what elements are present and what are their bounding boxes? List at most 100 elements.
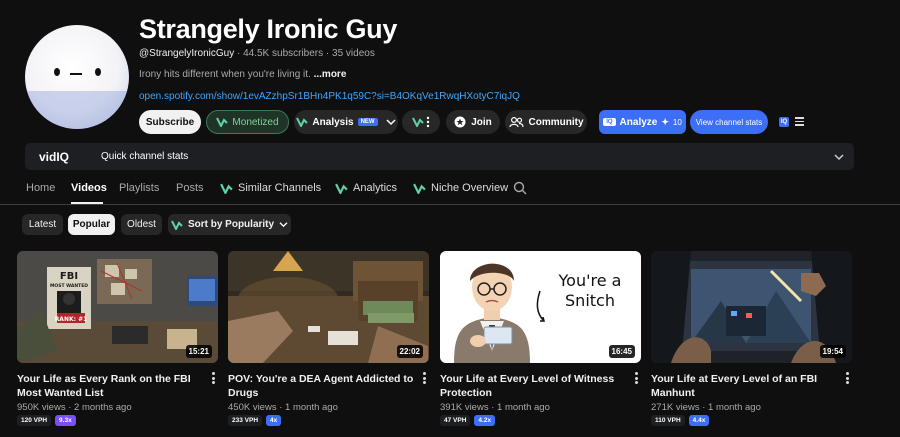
multiplier-badge: 4.4x <box>688 415 710 426</box>
multiplier-badge: 9.3x <box>55 415 76 426</box>
thumb-sign-top: FBI <box>60 271 78 282</box>
upload-age: 2 months ago <box>74 402 132 413</box>
tab-niche-overview[interactable]: Niche Overview <box>413 182 508 194</box>
upload-age: 1 month ago <box>285 402 338 413</box>
quick-stats-label: Quick channel stats <box>101 151 189 162</box>
video-title[interactable]: POV: You're a DEA Agent Addicted to Drug… <box>228 372 414 400</box>
upload-age: 1 month ago <box>708 402 761 413</box>
video-count: 35 videos <box>332 48 375 59</box>
vph-badge: 233 VPH <box>228 415 263 426</box>
video-duration: 15:21 <box>185 345 212 358</box>
vidiq-icon <box>220 183 233 194</box>
vidiq-icon <box>412 117 424 127</box>
tab-label: Playlists <box>119 182 160 194</box>
video-meta: 450K views · 1 month ago <box>228 402 338 413</box>
video-duration: 22:02 <box>396 345 423 358</box>
thumb-caption-line2: Snitch <box>565 291 615 310</box>
view-channel-stats-button[interactable]: View channel stats <box>690 110 768 134</box>
tab-similar-channels[interactable]: Similar Channels <box>220 182 321 194</box>
vph-badge: 47 VPH <box>440 415 471 426</box>
chevron-down-icon <box>386 119 396 126</box>
vidiq-square-icon[interactable]: IQ <box>779 117 789 127</box>
video-duration: 19:54 <box>819 345 846 358</box>
vidiq-icon <box>335 183 348 194</box>
view-count: 950K views <box>17 402 66 413</box>
tab-label: Niche Overview <box>431 182 509 194</box>
channel-avatar[interactable] <box>25 25 129 129</box>
tab-label: Similar Channels <box>238 182 322 194</box>
tabs-divider <box>0 204 900 205</box>
avatar-eye-left <box>54 68 60 76</box>
filter-popular[interactable]: Popular <box>68 214 115 235</box>
analyze-label: Analyze <box>619 116 658 128</box>
filter-latest[interactable]: Latest <box>22 214 63 235</box>
analysis-button[interactable]: Analysis NEW <box>294 110 398 134</box>
video-menu-icon[interactable] <box>846 372 850 386</box>
more-vert-icon <box>426 116 430 128</box>
monetized-button[interactable]: Monetized <box>206 110 289 134</box>
vidiq-icon <box>296 117 309 127</box>
video-title[interactable]: Your Life at Every Level of Witness Prot… <box>440 372 626 400</box>
avatar-shade <box>25 91 129 129</box>
channel-description[interactable]: Irony hits different when you're living … <box>139 69 346 80</box>
chevron-down-icon[interactable] <box>834 153 844 161</box>
video-menu-icon[interactable] <box>635 372 639 386</box>
video-badges: 233 VPH 4x <box>228 415 282 426</box>
vidiq-more-button[interactable] <box>402 110 440 134</box>
channel-tabs: Home Videos Playlists Posts Similar Chan… <box>0 177 900 204</box>
tab-videos[interactable]: Videos <box>71 182 107 194</box>
people-icon <box>508 116 524 127</box>
thumb-caption-line1: You're a <box>558 271 622 290</box>
multiplier-badge: 4.2x <box>474 415 496 426</box>
analyze-button[interactable]: IQ Analyze ✦ 10 <box>599 110 686 134</box>
channel-name: Strangely Ironic Guy <box>139 14 398 44</box>
video-thumbnail[interactable]: You're a Snitch 16:45 <box>440 251 641 363</box>
sort-label: Sort by Popularity <box>187 219 275 230</box>
chevron-down-icon <box>279 222 288 228</box>
video-meta: 950K views · 2 months ago <box>17 402 132 413</box>
video-badges: 110 VPH 4.4x <box>651 415 710 426</box>
analysis-label: Analysis <box>312 116 354 128</box>
video-thumbnail[interactable]: FBI MOST WANTED RANK: #1 15:21 <box>17 251 218 363</box>
tab-label: Videos <box>71 182 107 194</box>
tab-home[interactable]: Home <box>26 182 55 194</box>
video-menu-icon[interactable] <box>212 372 216 386</box>
sparkle-icon: ✦ <box>661 116 669 127</box>
filter-oldest[interactable]: Oldest <box>121 214 162 235</box>
tab-posts[interactable]: Posts <box>176 182 204 194</box>
video-title[interactable]: Your Life as Every Rank on the FBI Most … <box>17 372 203 400</box>
more-link[interactable]: ...more <box>314 69 347 80</box>
subscriber-count: 44.5K subscribers <box>243 48 324 59</box>
vidiq-logo: vidIQ <box>39 150 70 164</box>
join-button[interactable]: Join <box>446 110 500 134</box>
tab-label: Home <box>26 182 56 194</box>
video-meta: 391K views · 1 month ago <box>440 402 550 413</box>
view-count: 391K views <box>440 402 489 413</box>
video-thumbnail[interactable]: 22:02 <box>228 251 429 363</box>
iq-icon: IQ <box>603 118 616 126</box>
channel-handle: @StrangelyIronicGuy <box>139 48 235 59</box>
thumb-rank: RANK: #1 <box>55 316 88 323</box>
video-duration: 16:45 <box>608 345 635 358</box>
analyze-count: 10 <box>672 117 682 127</box>
subscribe-button[interactable]: Subscribe <box>139 110 201 134</box>
tab-analytics[interactable]: Analytics <box>335 182 397 194</box>
community-label: Community <box>528 116 584 128</box>
video-title[interactable]: Your Life at Every Level of an FBI Manhu… <box>651 372 837 400</box>
avatar-mouth <box>70 73 82 75</box>
description-text: Irony hits different when you're living … <box>139 69 311 80</box>
view-count: 450K views <box>228 402 277 413</box>
video-thumbnail[interactable]: 19:54 <box>651 251 852 363</box>
tab-label: Posts <box>176 182 204 194</box>
video-menu-icon[interactable] <box>423 372 427 386</box>
vidiq-quick-stats-bar[interactable]: vidIQ Quick channel stats <box>25 143 854 170</box>
sort-dropdown[interactable]: Sort by Popularity <box>168 214 291 235</box>
channel-link[interactable]: open.spotify.com/show/1evAZzhpSr1BHn4PK1… <box>139 91 520 102</box>
vph-badge: 110 VPH <box>651 415 685 426</box>
new-badge: NEW <box>357 118 378 126</box>
menu-icon[interactable] <box>795 117 804 126</box>
community-button[interactable]: Community <box>505 110 587 134</box>
vph-badge: 120 VPH <box>17 415 52 426</box>
tab-playlists[interactable]: Playlists <box>119 182 159 194</box>
search-icon[interactable] <box>513 181 527 195</box>
